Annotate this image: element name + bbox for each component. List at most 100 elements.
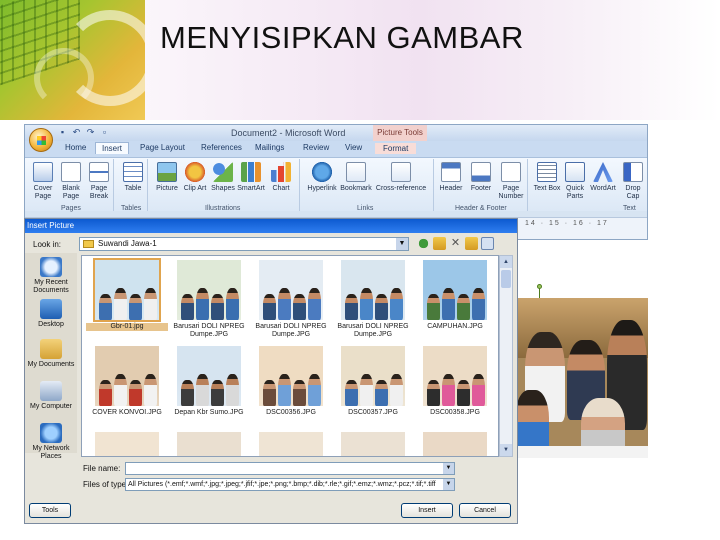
person: [442, 288, 455, 320]
tab-review[interactable]: Review: [303, 143, 329, 152]
shapes-button[interactable]: Shapes: [209, 162, 237, 193]
files-of-type-select[interactable]: All Pictures (*.emf;*.wmf;*.jpg;*.jpeg;*…: [125, 478, 455, 491]
photo-preview: [423, 346, 487, 406]
file-thumbnail[interactable]: Gbr-01.jpg: [86, 258, 168, 340]
hyperlink-button[interactable]: Hyperlink: [305, 162, 339, 193]
delete-icon[interactable]: ✕: [449, 237, 462, 250]
drop-cap-button[interactable]: Drop Cap: [619, 162, 647, 201]
file-thumbnail[interactable]: Barusari DOLI NPREG Dumpe.JPG: [250, 260, 332, 340]
redo-icon[interactable]: ↷: [85, 127, 96, 138]
file-thumbnail[interactable]: [250, 432, 332, 456]
file-list-scrollbar[interactable]: ▲ ▼: [499, 255, 513, 457]
footer-button[interactable]: Footer: [467, 162, 495, 193]
file-thumbnail[interactable]: [332, 432, 414, 456]
table-button[interactable]: Table: [119, 162, 147, 193]
place-my-network-places[interactable]: My Network Places: [25, 423, 77, 461]
place-my-documents[interactable]: My Documents: [25, 339, 77, 369]
file-thumbnail[interactable]: CAMPUHAN.JPG: [414, 260, 496, 340]
tab-format[interactable]: Format: [375, 143, 417, 154]
place-desktop[interactable]: Desktop: [25, 299, 77, 329]
ribbon-group-labels: Pages Tables Illustrations Links Header …: [25, 205, 647, 215]
cover-page-icon: [33, 162, 53, 182]
chevron-down-icon[interactable]: ▼: [443, 463, 454, 474]
tab-insert[interactable]: Insert: [95, 142, 130, 154]
photo-background: [95, 432, 159, 456]
picture-tools-label: Picture Tools: [373, 125, 427, 141]
cross-reference-button[interactable]: Cross-reference: [373, 162, 429, 193]
page-break-button[interactable]: Page Break: [85, 162, 113, 201]
text-box-button[interactable]: Text Box: [533, 162, 561, 193]
views-icon[interactable]: [481, 237, 494, 250]
quick-parts-button[interactable]: Quick Parts: [561, 162, 589, 201]
smartart-icon: [241, 162, 261, 182]
file-thumbnail[interactable]: [414, 432, 496, 456]
scroll-up-icon[interactable]: ▲: [500, 256, 512, 268]
person: [181, 294, 194, 320]
scroll-thumb[interactable]: [501, 270, 511, 288]
place-recent-documents[interactable]: My Recent Documents: [25, 257, 77, 295]
photo-preview: [423, 260, 487, 320]
page-number-button[interactable]: Page Number: [497, 162, 525, 201]
person: [375, 294, 388, 320]
group-label-tables: Tables: [121, 205, 142, 212]
tab-mailings[interactable]: Mailings: [255, 143, 284, 152]
chevron-down-icon[interactable]: ▼: [443, 479, 454, 490]
file-thumbnail[interactable]: COVER KONVOI.JPG: [86, 346, 168, 426]
clip-art-button[interactable]: Clip Art: [181, 162, 209, 193]
photo-floor: [515, 446, 648, 458]
place-my-computer[interactable]: My Computer: [25, 381, 77, 411]
photo-preview: [259, 260, 323, 320]
photo-preview: [423, 432, 487, 456]
file-thumbnail[interactable]: DSC00358.JPG: [414, 346, 496, 426]
rotate-handle-line: [539, 288, 540, 298]
person: [345, 380, 358, 406]
smartart-button[interactable]: SmartArt: [237, 162, 265, 193]
chevron-down-icon[interactable]: ▼: [396, 238, 408, 250]
file-thumbnail[interactable]: DSC00357.JPG: [332, 346, 414, 426]
tab-page-layout[interactable]: Page Layout: [140, 143, 185, 152]
cancel-button[interactable]: Cancel: [459, 503, 511, 518]
file-thumbnail[interactable]: Depan Kbr Sumo.JPG: [168, 346, 250, 426]
tab-home[interactable]: Home: [65, 143, 86, 152]
look-in-label: Look in:: [33, 240, 62, 249]
places-bar: My Recent Documents Desktop My Documents…: [25, 253, 77, 460]
look-in-dropdown[interactable]: Suwandi Jawa-1 ▼: [79, 237, 409, 251]
photo-preview: [95, 432, 159, 456]
tools-button[interactable]: Tools: [29, 503, 71, 518]
save-icon[interactable]: ▪: [57, 127, 68, 138]
insert-button[interactable]: Insert: [401, 503, 453, 518]
back-icon[interactable]: [417, 237, 430, 250]
file-thumbnail[interactable]: Barusari DOLI NPREG Dumpe.JPG: [168, 260, 250, 340]
picture-button[interactable]: Picture: [153, 162, 181, 193]
photo-preview: [259, 432, 323, 456]
up-folder-icon[interactable]: [433, 237, 446, 250]
header-button[interactable]: Header: [437, 162, 465, 193]
group-label-links: Links: [357, 205, 374, 212]
blank-page-button[interactable]: Blank Page: [57, 162, 85, 201]
file-name-label: DSC00356.JPG: [266, 409, 316, 416]
file-thumbnail[interactable]: Barusari DOLI NPREG Dumpe.JPG: [332, 260, 414, 340]
chart-button[interactable]: Chart: [267, 162, 295, 193]
inserted-photo[interactable]: [515, 298, 648, 458]
print-icon[interactable]: ▫: [99, 127, 110, 138]
person: [263, 380, 276, 406]
file-thumbnail[interactable]: DSC00356.JPG: [250, 346, 332, 426]
undo-icon[interactable]: ↶: [71, 127, 82, 138]
file-thumbnail[interactable]: [86, 432, 168, 456]
photo-preview: [177, 260, 241, 320]
office-button[interactable]: [29, 128, 53, 152]
bookmark-button[interactable]: Bookmark: [339, 162, 373, 193]
rotate-handle[interactable]: [537, 284, 542, 289]
cover-page-button[interactable]: Cover Page: [29, 162, 57, 201]
tab-references[interactable]: References: [201, 143, 242, 152]
new-folder-icon[interactable]: [465, 237, 478, 250]
wordart-button[interactable]: WordArt: [589, 162, 617, 193]
person: [144, 374, 157, 406]
tab-view[interactable]: View: [345, 143, 362, 152]
photo-preview: [95, 346, 159, 406]
file-name-input[interactable]: ▼: [125, 462, 455, 475]
desktop-icon: [40, 299, 62, 319]
file-thumbnail[interactable]: [168, 432, 250, 456]
scroll-down-icon[interactable]: ▼: [500, 444, 512, 456]
photo-preview: [177, 346, 241, 406]
